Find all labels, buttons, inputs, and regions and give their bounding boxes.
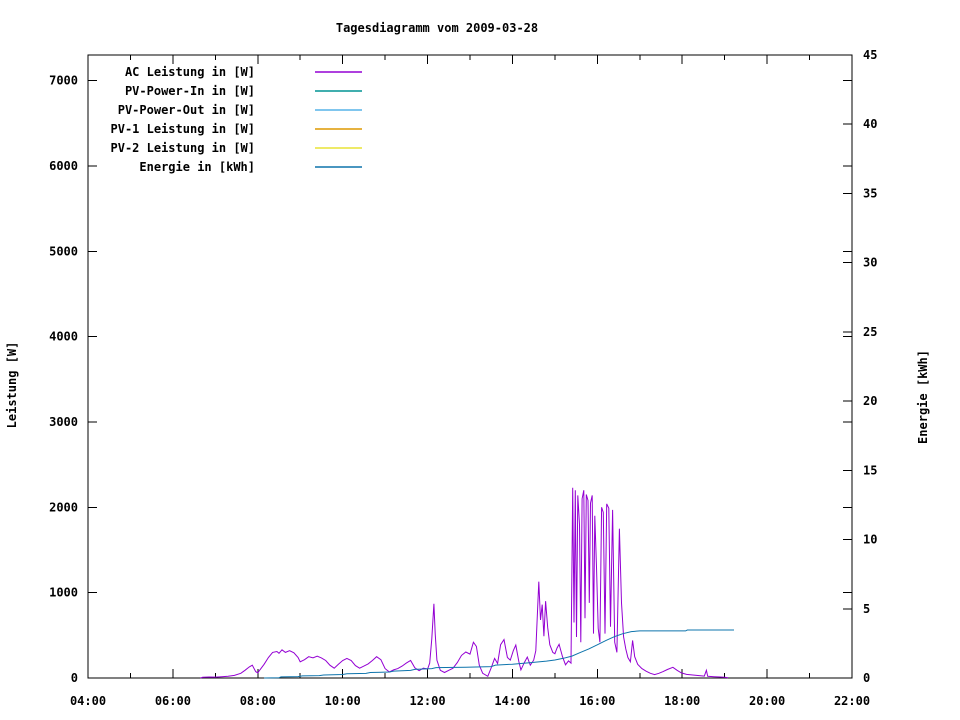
y2-tick-label: 30 [863,256,877,270]
pv-daily-chart: Tagesdiagramm vom 2009-03-28 Leistung [W… [0,0,960,720]
legend-label-pv2-leistung: PV-2 Leistung in [W] [111,141,256,155]
series-lines [201,488,735,678]
y-tick-label: 1000 [49,586,78,600]
y2-tick-label: 35 [863,186,877,200]
x-tick-label: 22:00 [834,694,870,708]
legend: AC Leistung in [W] PV-Power-In in [W] PV… [111,65,363,174]
legend-label-pv1-leistung: PV-1 Leistung in [W] [111,122,256,136]
y-tick-label: 2000 [49,500,78,514]
y2-tick-label: 0 [863,671,870,685]
y-tick-label: 4000 [49,330,78,344]
x-tick-label: 04:00 [70,694,106,708]
x-tick-label: 12:00 [409,694,445,708]
x-tick-label: 16:00 [579,694,615,708]
x-tick-label: 08:00 [240,694,276,708]
y-tick-label: 6000 [49,159,78,173]
x-tick-label: 20:00 [749,694,785,708]
x-tick-label: 10:00 [325,694,361,708]
y2-tick-label: 25 [863,325,877,339]
x-tick-label: 14:00 [494,694,530,708]
series-line-0 [201,488,729,678]
y2-tick-label: 10 [863,533,877,547]
y2-axis-title: Energie [kWh] [916,350,930,444]
legend-label-energie: Energie in [kWh] [139,160,255,174]
x-tick-label: 18:00 [664,694,700,708]
chart-title: Tagesdiagramm vom 2009-03-28 [336,21,538,35]
legend-label-pv-power-in: PV-Power-In in [W] [125,84,255,98]
y2-tick-label: 45 [863,48,877,62]
y-tick-label: 3000 [49,415,78,429]
legend-line-samples [315,72,362,167]
y2-tick-label: 5 [863,602,870,616]
tagesdiagramm-page: Tagesdiagramm vom 2009-03-28 Leistung [W… [0,0,960,720]
legend-label-pv-power-out: PV-Power-Out in [W] [118,103,255,117]
x-tick-label: 06:00 [155,694,191,708]
y-tick-label: 5000 [49,244,78,258]
y-tick-label: 7000 [49,74,78,88]
y-tick-label: 0 [71,671,78,685]
y2-tick-label: 15 [863,463,877,477]
y-axis-title: Leistung [W] [5,342,19,429]
y2-tick-label: 20 [863,394,877,408]
legend-label-ac-leistung: AC Leistung in [W] [125,65,255,79]
y2-tick-label: 40 [863,117,877,131]
